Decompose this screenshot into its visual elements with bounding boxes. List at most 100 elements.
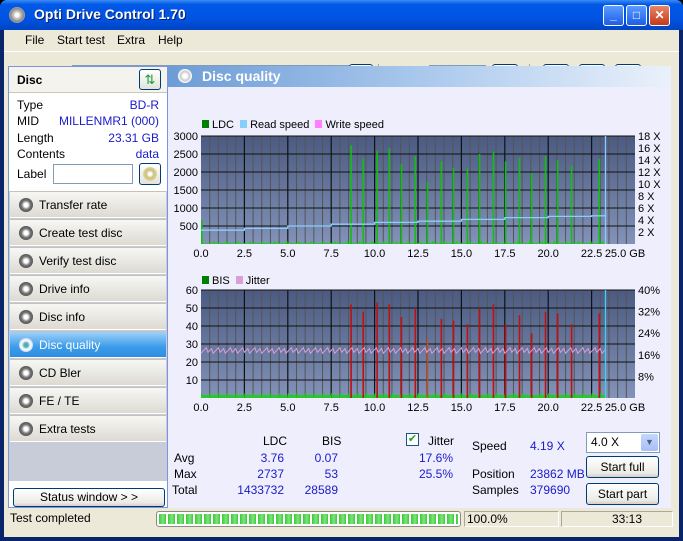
max-jitter: 25.5% — [418, 467, 453, 481]
status-text: Test completed — [10, 511, 91, 525]
disc-label-input[interactable] — [53, 164, 133, 184]
bis-bar — [350, 304, 352, 398]
noise-bar — [595, 243, 597, 244]
noise-bar — [209, 393, 212, 398]
noise-bar — [428, 395, 431, 398]
noise-bar — [301, 243, 304, 244]
disc-value: 23.31 GB — [108, 131, 159, 145]
nav-label: Disc info — [39, 310, 86, 324]
nav-extra-tests[interactable]: Extra tests — [10, 415, 166, 442]
noise-bar — [508, 243, 510, 244]
noise-bar — [345, 243, 347, 244]
noise-bar — [348, 243, 351, 244]
menu-help[interactable]: Help — [158, 33, 183, 47]
maximize-button[interactable]: □ — [626, 5, 647, 26]
noise-bar — [542, 243, 545, 244]
noise-bar — [586, 243, 588, 244]
y-tick-label: 20 — [186, 357, 198, 369]
disc-label-button[interactable] — [139, 163, 161, 185]
test-speed-select[interactable]: 4.0 X ▼ — [586, 432, 660, 453]
status-window-button[interactable]: Status window > > — [13, 488, 165, 507]
jitter-checkbox[interactable]: ✔ — [406, 433, 419, 446]
bis-bar — [414, 308, 417, 398]
nav-verify-test-disc[interactable]: Verify test disc — [10, 247, 166, 274]
minimize-button[interactable]: _ — [603, 5, 624, 26]
nav-create-test-disc[interactable]: Create test disc — [10, 219, 166, 246]
noise-bar — [418, 393, 420, 398]
noise-bar — [216, 395, 219, 398]
window-title: Opti Drive Control 1.70 — [34, 6, 186, 22]
noise-bar — [471, 243, 474, 244]
noise-bar — [456, 241, 458, 244]
noise-bar — [539, 393, 542, 398]
total-bis: 28589 — [304, 483, 338, 497]
noise-bar — [284, 243, 286, 244]
noise-bar — [263, 243, 266, 244]
noise-bar — [430, 395, 432, 398]
noise-bar — [497, 243, 500, 244]
noise-bar — [516, 241, 519, 244]
start-full-button[interactable]: Start full — [586, 456, 659, 478]
total-label: Total — [172, 483, 198, 497]
disc-mid-row: MID MILLENMR1 (000) — [17, 114, 159, 130]
noise-bar — [298, 395, 300, 398]
x-tick-label: 7.5 — [324, 402, 339, 414]
y2-tick-label: 12 X — [638, 167, 661, 179]
noise-bar — [461, 393, 463, 398]
nav-transfer-rate[interactable]: Transfer rate — [10, 191, 166, 218]
noise-bar — [542, 395, 545, 398]
nav-label: Transfer rate — [39, 198, 108, 212]
noise-bar — [294, 243, 297, 244]
noise-bar — [334, 395, 337, 398]
start-part-button[interactable]: Start part — [586, 483, 659, 505]
menu-file[interactable]: File — [25, 33, 44, 47]
noise-bar — [331, 243, 333, 244]
nav-cd-bler[interactable]: CD Bler — [10, 359, 166, 386]
noise-bar — [397, 395, 399, 398]
noise-bar — [254, 243, 257, 244]
nav-drive-info[interactable]: Drive info — [10, 275, 166, 302]
noise-bar — [475, 395, 477, 398]
close-button[interactable]: ✕ — [649, 5, 670, 26]
noise-bar — [260, 243, 262, 244]
y2-tick-label: 16% — [638, 350, 660, 362]
noise-bar — [306, 243, 309, 244]
disc-refresh-button[interactable]: ⇅ — [139, 69, 161, 90]
noise-bar — [381, 243, 384, 244]
noise-bar — [372, 395, 375, 398]
noise-bar — [405, 395, 408, 398]
noise-bar — [371, 241, 373, 244]
noise-bar — [341, 395, 344, 398]
noise-bar — [595, 395, 597, 398]
noise-bar — [266, 395, 269, 398]
ldc-bar — [350, 145, 352, 244]
noise-bar — [273, 241, 276, 244]
noise-bar — [256, 395, 259, 398]
menu-start-test[interactable]: Start test — [57, 33, 105, 47]
noise-bar — [265, 243, 267, 244]
noise-bar — [282, 395, 285, 398]
noise-bar — [404, 395, 406, 398]
noise-bar — [405, 243, 408, 244]
disc-key: Length — [17, 131, 54, 145]
noise-bar — [325, 243, 328, 244]
noise-bar — [360, 395, 363, 398]
title-bar[interactable]: Opti Drive Control 1.70 _ □ ✕ — [0, 0, 683, 30]
noise-bar — [206, 243, 208, 244]
menu-extra[interactable]: Extra — [117, 33, 145, 47]
ldc-bar — [478, 154, 481, 244]
y2-tick-label: 2 X — [638, 227, 655, 239]
y2-tick-label: 24% — [638, 328, 660, 340]
noise-bar — [508, 395, 510, 398]
noise-bar — [591, 393, 594, 398]
nav-fe-te[interactable]: FE / TE — [10, 387, 166, 414]
noise-bar — [529, 241, 531, 244]
disc-key: Type — [17, 98, 44, 112]
x-tick-label: 5.0 — [280, 402, 295, 414]
nav-disc-quality[interactable]: Disc quality — [10, 331, 166, 358]
noise-bar — [272, 243, 274, 244]
nav-disc-info[interactable]: Disc info — [10, 303, 166, 330]
noise-bar — [419, 241, 422, 244]
noise-bar — [385, 243, 387, 244]
noise-bar — [435, 393, 437, 398]
